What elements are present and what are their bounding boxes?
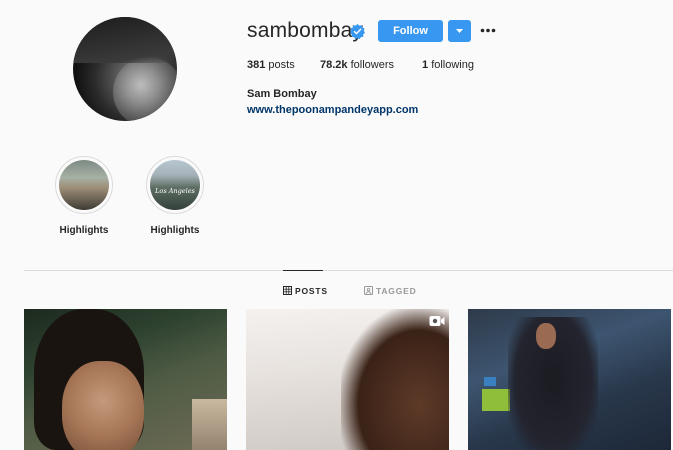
video-icon [429, 316, 445, 326]
tabs-divider [24, 270, 673, 271]
highlight-cover: Los Angeles [150, 160, 200, 210]
active-tab-indicator [283, 270, 323, 271]
following-label: following [431, 59, 474, 71]
followers-count: 78.2k [320, 59, 348, 71]
highlight-item[interactable]: Los Angeles Highlights [145, 156, 205, 236]
suggested-accounts-button[interactable] [448, 20, 471, 42]
post-image-detail [341, 309, 449, 450]
highlight-item[interactable]: Highlights [54, 156, 114, 236]
post-thumbnail[interactable] [246, 309, 449, 450]
tab-tagged[interactable]: TAGGED [364, 286, 417, 296]
post-thumbnail[interactable] [24, 309, 227, 450]
followers-stat[interactable]: 78.2k followers [320, 59, 394, 71]
highlight-label: Highlights [150, 225, 200, 236]
tab-tagged-label: TAGGED [376, 286, 417, 296]
highlight-ring: Los Angeles [146, 156, 204, 214]
profile-website-link[interactable]: www.thepoonampandeyapp.com [247, 104, 418, 116]
grid-icon [283, 286, 292, 295]
follow-button[interactable]: Follow [378, 20, 443, 42]
verified-badge-icon [350, 24, 365, 39]
avatar-shade [73, 17, 177, 63]
highlight-cover-text: Los Angeles [155, 187, 195, 195]
tag-icon [364, 286, 373, 295]
post-image-detail [62, 361, 144, 450]
post-image-detail [484, 377, 496, 386]
tab-posts-label: POSTS [295, 286, 328, 296]
post-image-detail [482, 389, 510, 411]
posts-label: posts [268, 59, 295, 71]
avatar-face [113, 57, 177, 121]
caret-down-icon [456, 29, 463, 33]
post-image-detail [192, 399, 227, 450]
tab-posts[interactable]: POSTS [283, 286, 328, 296]
profile-avatar[interactable] [73, 17, 177, 121]
posts-stat: 381 posts [247, 59, 295, 71]
posts-count: 381 [247, 59, 266, 71]
post-image-detail [536, 323, 556, 349]
highlight-ring [55, 156, 113, 214]
following-stat[interactable]: 1 following [422, 59, 474, 71]
post-thumbnail[interactable] [468, 309, 671, 450]
following-count: 1 [422, 59, 429, 71]
highlight-label: Highlights [59, 225, 109, 236]
profile-full-name: Sam Bombay [247, 88, 317, 100]
profile-username: sambombay [247, 19, 364, 42]
more-options-icon[interactable] [480, 28, 496, 33]
highlight-cover [59, 160, 109, 210]
followers-label: followers [350, 59, 394, 71]
